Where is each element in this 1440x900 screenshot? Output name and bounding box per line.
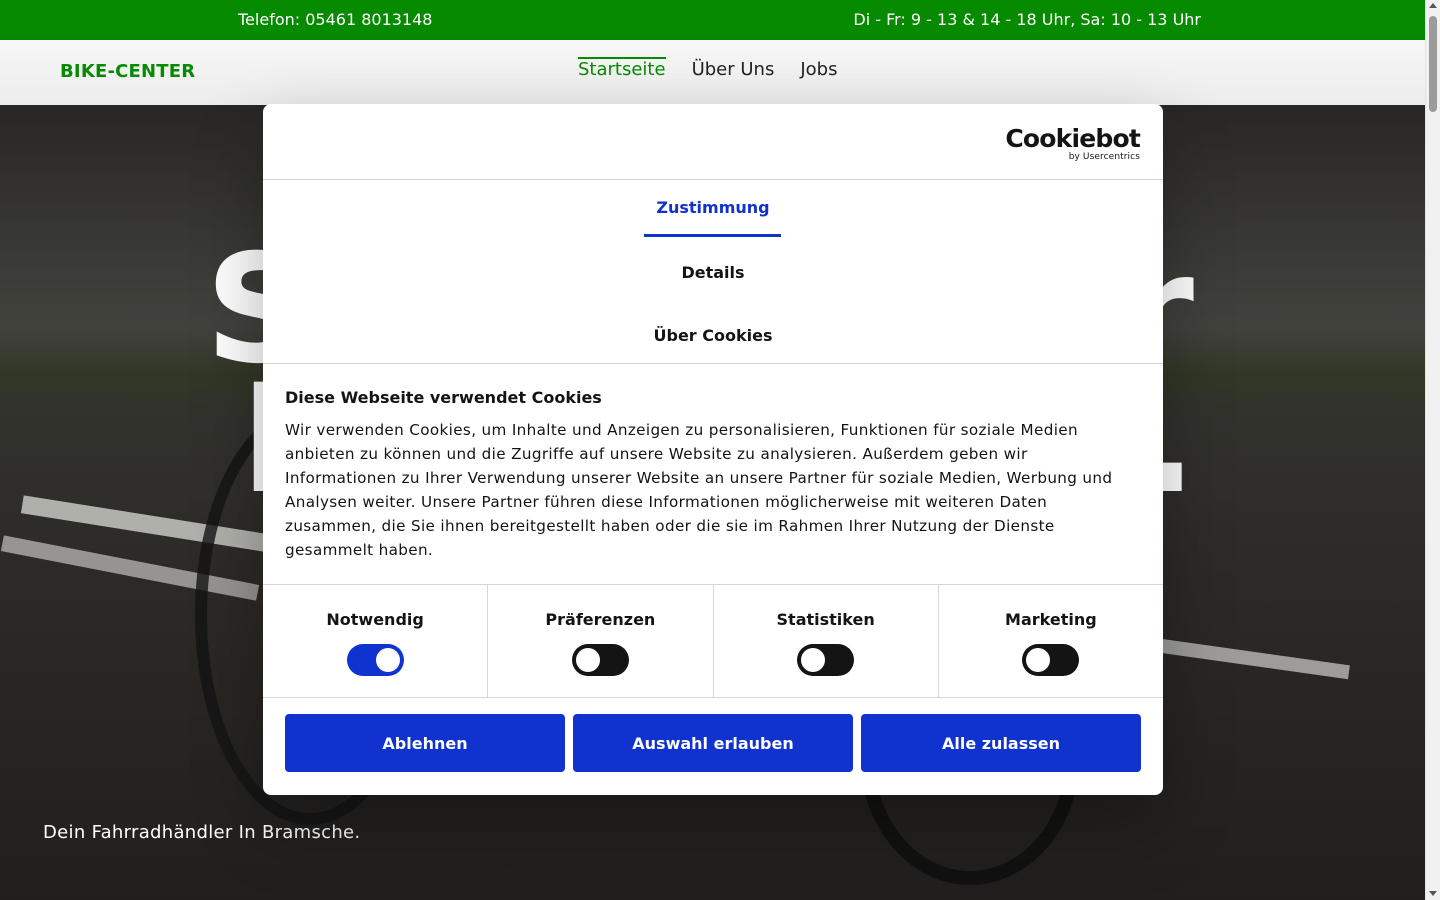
tab-zustimmung[interactable]: Zustimmung — [263, 198, 1163, 217]
scrollbar-thumb[interactable] — [1429, 16, 1437, 112]
cookiebot-logo[interactable]: Cookiebot by Usercentrics — [1005, 124, 1140, 163]
nav-item-jobs[interactable]: Jobs — [800, 59, 837, 80]
switch-knob — [575, 648, 600, 672]
hero-tagline: Dein Fahrradhändler In Bramsche. — [43, 822, 361, 843]
active-tab-indicator — [644, 234, 781, 237]
dialog-tabs: Zustimmung Details Über Cookies — [263, 180, 1163, 364]
top-info-bar: Telefon: 05461 8013148 Di - Fr: 9 - 13 &… — [0, 0, 1425, 40]
scroll-down-arrow-icon[interactable] — [1429, 891, 1437, 896]
toggle-group-statistiken: Statistiken — [714, 585, 939, 697]
consent-actions: Ablehnen Auswahl erlauben Alle zulassen — [263, 698, 1163, 772]
dialog-header: Cookiebot by Usercentrics — [263, 104, 1163, 180]
consent-heading: Diese Webseite verwendet Cookies — [285, 388, 602, 407]
consent-description: Wir verwenden Cookies, um Inhalte und An… — [285, 421, 1113, 559]
opening-hours: Di - Fr: 9 - 13 & 14 - 18 Uhr, Sa: 10 - … — [853, 10, 1201, 29]
tab-ueber-cookies[interactable]: Über Cookies — [263, 326, 1163, 345]
toggle-marketing-switch[interactable] — [1022, 644, 1080, 676]
nav-item-startseite[interactable]: Startseite — [578, 57, 666, 80]
phone-number[interactable]: Telefon: 05461 8013148 — [238, 10, 432, 29]
allow-all-button[interactable]: Alle zulassen — [861, 714, 1141, 772]
allow-selection-button[interactable]: Auswahl erlauben — [573, 714, 853, 772]
cookiebot-logo-text: Cookiebot — [1005, 124, 1140, 153]
switch-knob — [801, 648, 826, 672]
site-logo[interactable]: BIKE-CENTER — [60, 61, 195, 82]
main-nav: Startseite Über Uns Jobs — [578, 57, 837, 80]
consent-toggles: Notwendig Präferenzen Statistiken Market… — [263, 585, 1163, 698]
switch-knob — [375, 648, 400, 672]
cookie-consent-dialog: Cookiebot by Usercentrics Zustimmung Det… — [263, 104, 1163, 795]
toggle-label: Präferenzen — [545, 610, 656, 629]
toggle-label: Statistiken — [776, 610, 875, 629]
cookiebot-logo-subtext: by Usercentrics — [1068, 152, 1140, 162]
decline-button[interactable]: Ablehnen — [285, 714, 565, 772]
tab-details[interactable]: Details — [263, 263, 1163, 282]
page-scrollbar[interactable] — [1425, 0, 1440, 900]
scroll-up-arrow-icon[interactable] — [1429, 3, 1437, 8]
toggle-praeferenzen-switch[interactable] — [571, 644, 629, 676]
toggle-group-marketing: Marketing — [939, 585, 1163, 697]
toggle-group-praeferenzen: Präferenzen — [488, 585, 714, 697]
toggle-statistiken-switch[interactable] — [797, 644, 855, 676]
site-header: BIKE-CENTER Startseite Über Uns Jobs — [0, 40, 1425, 105]
road-marking — [1130, 634, 1350, 680]
toggle-group-notwendig: Notwendig — [263, 585, 489, 697]
nav-item-ueber-uns[interactable]: Über Uns — [692, 59, 775, 80]
switch-knob — [1026, 648, 1051, 672]
consent-text-section: Diese Webseite verwendet Cookies Wir ver… — [263, 364, 1163, 585]
toggle-label: Notwendig — [326, 610, 424, 629]
toggle-notwendig-switch[interactable] — [346, 644, 404, 676]
toggle-label: Marketing — [1005, 610, 1097, 629]
